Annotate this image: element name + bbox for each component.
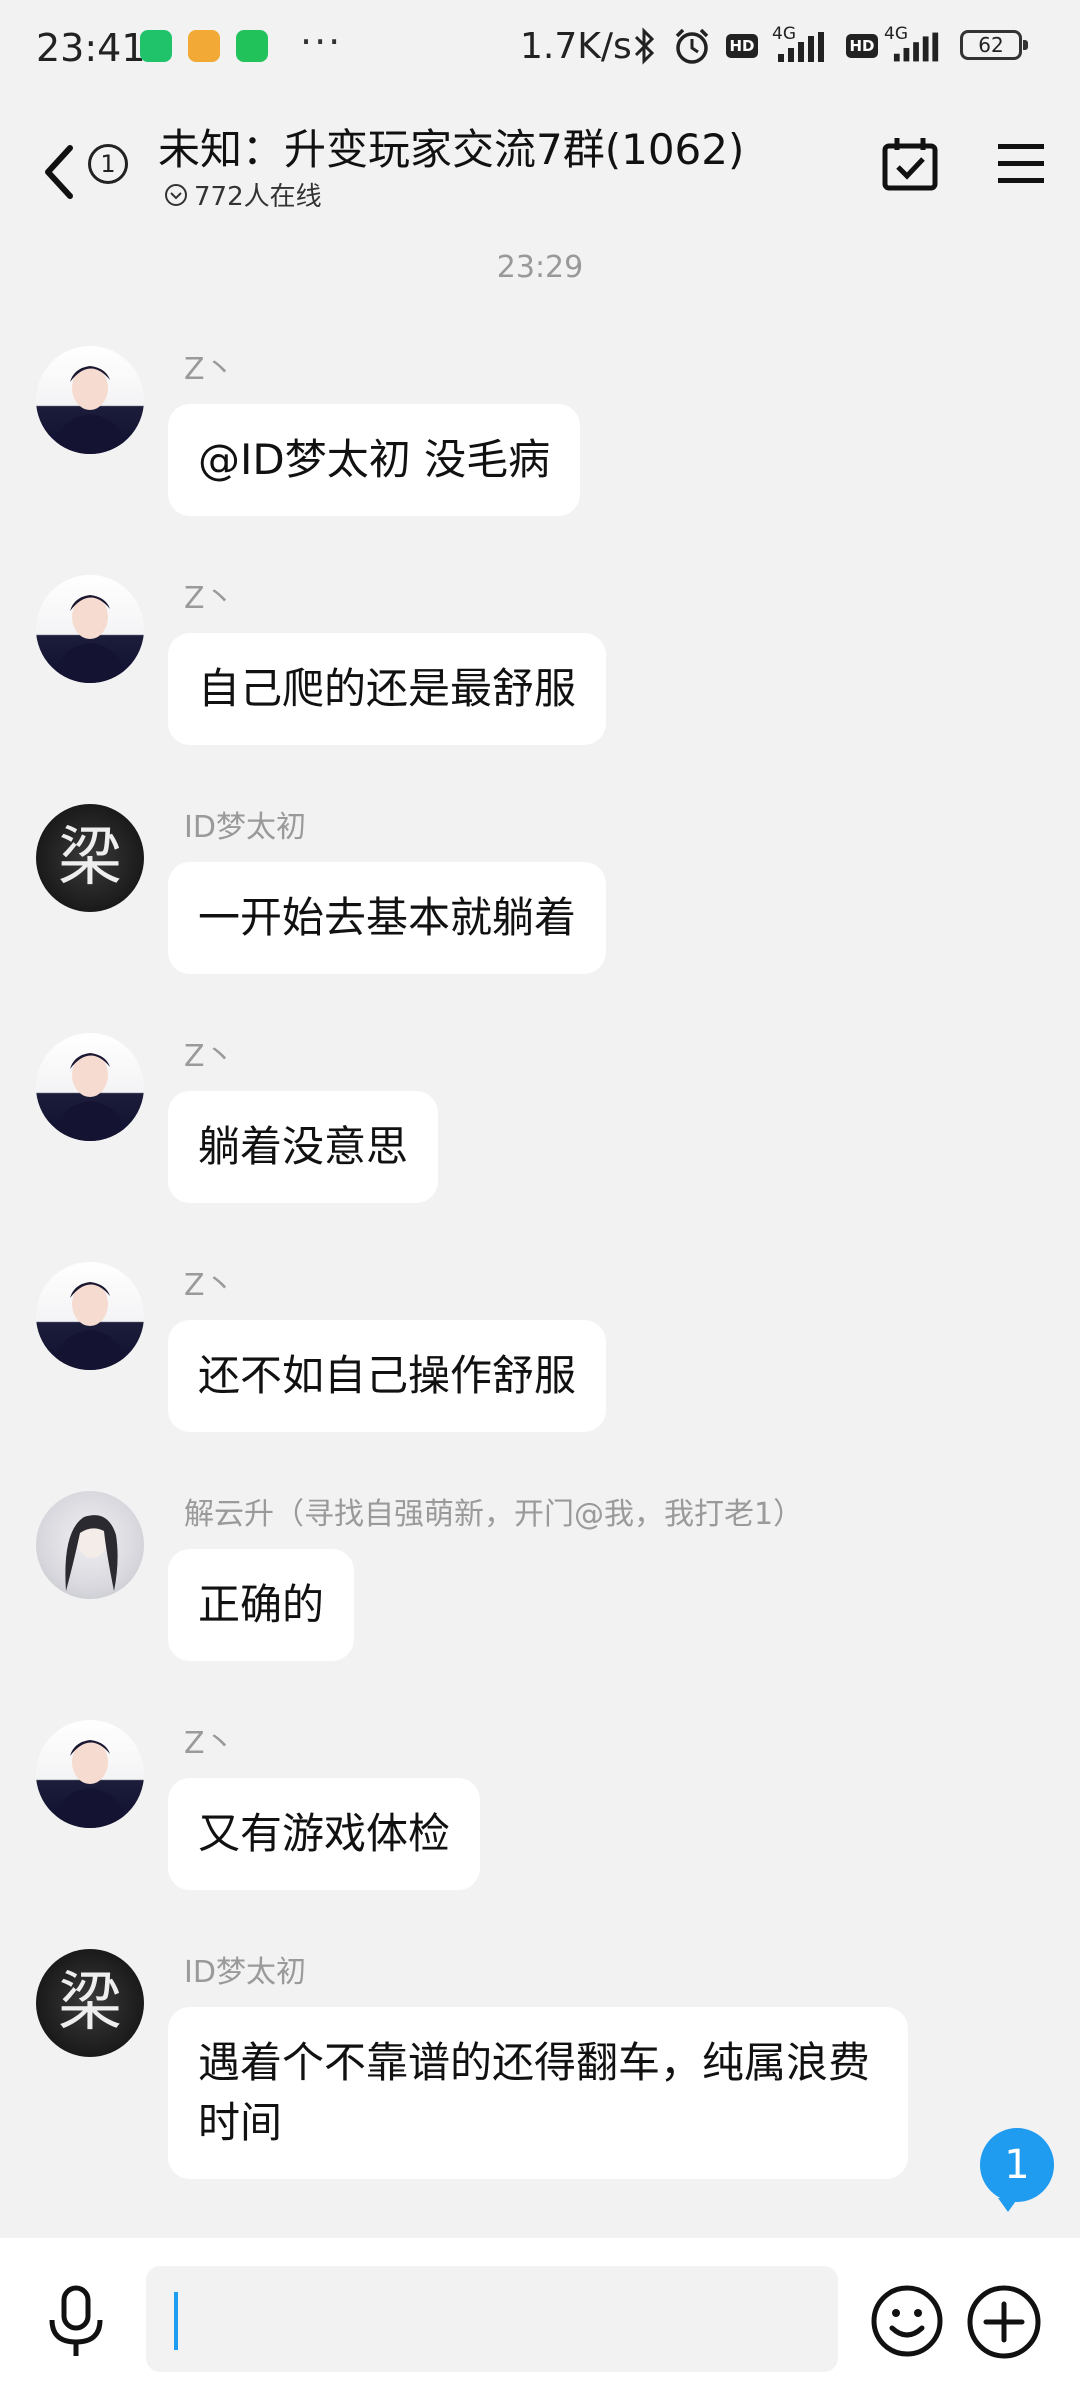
sender-name: ID梦太初 [184,810,306,845]
message-bubble[interactable]: 一开始去基本就躺着 [168,862,607,974]
message-bubble[interactable]: 遇着个不靠谱的还得翻车，纯属浪费时间 [168,2007,908,2179]
plus-icon[interactable] [966,2284,1042,2360]
liang-calligraphy-avatar[interactable]: 梁 [36,1949,144,2057]
message-bubble[interactable]: @ID梦太初 没毛病 [168,404,581,516]
microphone-icon[interactable] [44,2284,108,2360]
status-time: 23:41 [36,26,146,70]
hd-badge-1: HD [726,34,758,58]
back-chevron-icon[interactable] [40,142,80,202]
boy-avatar[interactable] [36,1033,144,1141]
message-timestamp: 23:29 [496,250,584,285]
unread-count-badge[interactable]: 1 [88,144,128,184]
message-bubble[interactable]: 还不如自己操作舒服 [168,1320,607,1432]
sender-name: Z丶 [184,352,235,387]
network-speed: 1.7K/s [520,26,632,67]
liang-glyph: 梁 [58,1966,122,2040]
message-bubble[interactable]: 又有游戏体检 [168,1778,481,1890]
menu-icon[interactable] [996,142,1046,186]
message-item: Z丶 自己爬的还是最舒服 [0,575,1080,755]
more-notifications-icon: ··· [300,20,343,64]
security-app-icon [140,30,172,62]
online-status[interactable]: 772人在线 [164,176,322,213]
sender-name: Z丶 [184,1726,235,1761]
sender-name: Z丶 [184,1039,235,1074]
message-bubble[interactable]: 正确的 [168,1549,355,1661]
calendar-check-icon[interactable] [880,134,940,194]
message-item: Z丶 又有游戏体检 [0,1720,1080,1900]
signal-icon [778,32,824,62]
girl-avatar[interactable] [36,1491,144,1599]
sender-name: Z丶 [184,1268,235,1303]
message-item: Z丶 躺着没意思 [0,1033,1080,1213]
liang-glyph: 梁 [58,821,122,895]
message-item: 梁 ID梦太初 一开始去基本就躺着 [0,804,1080,984]
emoji-icon[interactable] [870,2284,944,2358]
new-message-badge[interactable]: 1 [980,2128,1054,2212]
message-bubble[interactable]: 躺着没意思 [168,1091,439,1203]
liang-calligraphy-avatar[interactable]: 梁 [36,804,144,912]
status-bar: 23:41 ··· 1.7K/s HD 4G HD 4G 62 [0,0,1080,96]
message-item: 解云升（寻找自强萌新，开门@我，我打老1） 正确的 [0,1491,1080,1671]
battery-indicator: 62 [960,30,1028,60]
message-input[interactable] [146,2266,838,2372]
sender-name: 解云升（寻找自强萌新，开门@我，我打老1） [184,1497,804,1532]
online-count: 772人在线 [194,182,322,212]
bluetooth-icon [632,26,658,75]
text-cursor [174,2292,178,2350]
signal-icon-2 [893,32,939,62]
message-bubble[interactable]: 自己爬的还是最舒服 [168,633,607,745]
boy-avatar[interactable] [36,575,144,683]
message-item: 梁 ID梦太初 遇着个不靠谱的还得翻车，纯属浪费时间 [0,1949,1080,2189]
sender-name: ID梦太初 [184,1955,306,1990]
message-item: Z丶 @ID梦太初 没毛病 [0,346,1080,526]
boy-avatar[interactable] [36,346,144,454]
wechat-icon [236,30,268,62]
alarm-icon [672,26,712,75]
boy-avatar[interactable] [36,1262,144,1370]
chevron-down-circle-icon [165,183,187,206]
message-item: Z丶 还不如自己操作舒服 [0,1262,1080,1442]
input-bar [0,2238,1080,2400]
chat-header: 1 未知：升变玩家交流7群(1062) 772人在线 [0,96,1080,236]
boy-avatar[interactable] [36,1720,144,1828]
chat-title[interactable]: 未知：升变玩家交流7群(1062) [158,116,744,177]
sender-name: Z丶 [184,581,235,616]
notes-app-icon [188,30,220,62]
hd-badge-2: HD [846,34,878,58]
